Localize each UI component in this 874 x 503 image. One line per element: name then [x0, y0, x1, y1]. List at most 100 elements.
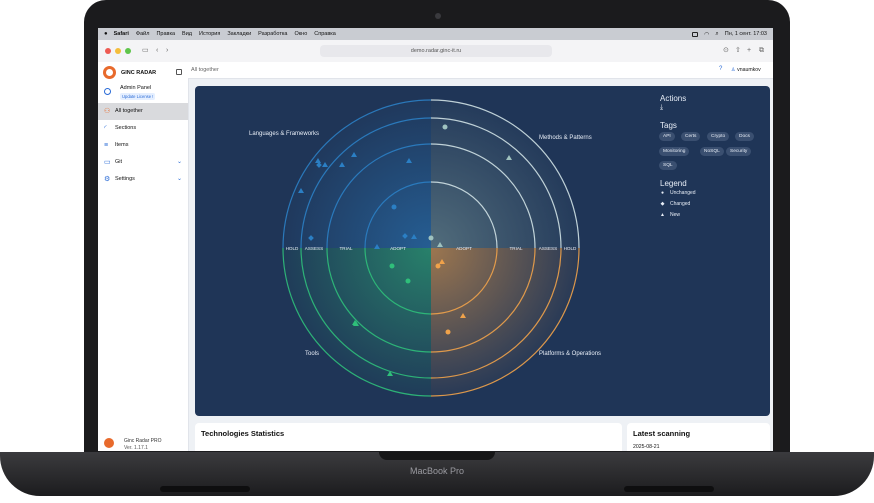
apple-icon[interactable]: ●	[104, 31, 108, 37]
screen: ● Safari Файл Правка Вид История Закладк…	[98, 28, 773, 451]
breadcrumb: All together	[191, 67, 219, 73]
card-title: Latest scanning	[633, 429, 691, 438]
laptop-foot	[624, 486, 714, 492]
app-name: GINC RADAR	[121, 70, 157, 76]
collapse-sidebar-icon[interactable]	[176, 69, 182, 75]
tag-monitoring[interactable]: Monitoring	[659, 147, 690, 156]
search-icon[interactable]: ⌕	[715, 31, 718, 38]
sidebar-footer: Ginc Radar PRO Ver. 1.17.1	[104, 436, 188, 451]
quadrant-label-platforms: Platforms & Operations	[539, 351, 602, 357]
quadrant-label-languages: Languages & Frameworks	[249, 131, 320, 137]
legend-label: Unchanged	[670, 190, 696, 196]
topbar: All together ? ♙ vnaumkov	[188, 62, 773, 79]
wifi-icon[interactable]: ◠	[704, 31, 709, 38]
sidebar-item-label: Settings	[115, 176, 135, 182]
menu-item-edit[interactable]: Правка	[156, 31, 175, 37]
sidebar-item-label: Items	[115, 142, 129, 148]
menu-item-history[interactable]: История	[199, 31, 220, 37]
circle-marker-icon: ●	[660, 190, 665, 196]
menu-item-view[interactable]: Вид	[182, 31, 192, 37]
update-license-badge[interactable]: Update License !	[120, 93, 156, 100]
sidebar-item-label: Git	[115, 159, 123, 165]
close-window-button[interactable]	[105, 48, 111, 54]
sidebar-item-git[interactable]: ▭ Git ⌄	[98, 154, 188, 171]
camera	[435, 13, 441, 19]
share-icon[interactable]: ⇧	[735, 47, 741, 55]
tag-sql[interactable]: SQL	[659, 161, 677, 170]
help-icon[interactable]: ?	[719, 66, 722, 72]
quadrant-fill-languages	[283, 100, 431, 248]
legend-label: New	[670, 212, 681, 218]
diamond-marker-icon: ◆	[660, 201, 665, 207]
forward-icon[interactable]: ›	[166, 47, 168, 55]
battery-icon[interactable]	[692, 31, 699, 37]
minimize-window-button[interactable]	[115, 48, 121, 54]
admin-title: Admin Panel	[120, 85, 152, 91]
footer-version: Ver. 1.17.1	[124, 445, 148, 451]
macos-menubar: ● Safari Файл Правка Вид История Закладк…	[98, 28, 773, 40]
sidebar-item-settings[interactable]: ⚙ Settings ⌄	[98, 171, 188, 188]
sidebar-item-items[interactable]: ≡ Items	[98, 137, 188, 154]
footer-product: Ginc Radar PRO	[124, 438, 162, 444]
tag-api[interactable]: API	[659, 132, 675, 141]
download-icon[interactable]: ⤓	[660, 104, 663, 112]
tag-security[interactable]: Security	[726, 147, 752, 156]
menu-item-develop[interactable]: Разработка	[258, 31, 287, 37]
quadrant-fill-methods	[431, 100, 579, 248]
ring-label-left-assess: ASSESS	[305, 246, 323, 251]
tag-crypto[interactable]: Crypto	[707, 132, 730, 141]
new-tab-icon[interactable]: +	[747, 47, 751, 55]
ring-label-right-assess: ASSESS	[539, 246, 557, 251]
user-menu[interactable]: ♙ vnaumkov	[731, 67, 761, 73]
download-icon[interactable]: ⊙	[723, 47, 729, 55]
legend-label: Changed	[670, 201, 691, 207]
blip-23	[445, 329, 451, 335]
tag-certs[interactable]: Certs	[681, 132, 701, 141]
chevron-down-icon[interactable]: ⌄	[177, 175, 182, 182]
tabs-overview-icon[interactable]: ⧉	[759, 47, 764, 55]
browser-toolbar: ▭ ‹ › demo.radar.ginc-it.ru ⊙ ⇧ + ⧉	[98, 40, 773, 63]
quadrant-fill-platforms	[431, 248, 579, 396]
url-field[interactable]: demo.radar.ginc-it.ru	[320, 45, 552, 57]
menu-item-file[interactable]: Файл	[136, 31, 150, 37]
admin-icon	[104, 88, 111, 95]
maximize-window-button[interactable]	[125, 48, 131, 54]
card-title: Technologies Statistics	[201, 429, 285, 438]
legend-unchanged: ● Unchanged	[660, 190, 696, 196]
legend-new: ▲ New	[660, 212, 680, 218]
ring-label-left-hold: HOLD	[286, 246, 299, 251]
ginc-logo-small	[104, 438, 114, 448]
menu-item-safari[interactable]: Safari	[114, 31, 129, 37]
admin-panel-link[interactable]: Admin Panel Update License !	[98, 84, 188, 102]
menubar-datetime[interactable]: Пн, 1 сент. 17:03	[725, 31, 767, 37]
blip-9	[391, 204, 397, 210]
ring-label-left-adopt: ADOPT	[390, 246, 406, 251]
ginc-logo[interactable]	[103, 66, 116, 79]
tag-docs[interactable]: Docs	[735, 132, 754, 141]
laptop-base: MacBook Pro	[0, 452, 874, 496]
chevron-down-icon[interactable]: ⌄	[177, 158, 182, 165]
device-brand: MacBook Pro	[409, 466, 465, 476]
blip-16	[389, 263, 395, 269]
quadrant-fill-tools	[283, 248, 431, 396]
folder-icon: ▭	[104, 159, 111, 166]
sidebar-toggle-icon[interactable]: ▭	[142, 47, 149, 55]
blip-14	[428, 235, 434, 241]
sections-icon: ◜	[104, 125, 107, 132]
legend-changed: ◆ Changed	[660, 201, 691, 207]
blip-12	[442, 124, 448, 130]
quadrant-label-methods: Methods & Patterns	[539, 135, 592, 141]
actions-title: Actions	[660, 94, 687, 103]
quadrant-label-tools: Tools	[305, 351, 320, 357]
menu-item-help[interactable]: Справка	[314, 31, 336, 37]
back-icon[interactable]: ‹	[156, 47, 158, 55]
user-name: vnaumkov	[737, 67, 761, 73]
blip-17	[405, 278, 411, 284]
technologies-statistics-card: Technologies Statistics	[195, 423, 622, 451]
tags-title: Tags	[660, 121, 677, 130]
tag-nosql[interactable]: NoSQL	[700, 147, 724, 156]
menu-item-window[interactable]: Окно	[294, 31, 307, 37]
menu-item-bookmarks[interactable]: Закладки	[227, 31, 251, 37]
sidebar-item-all-together[interactable]: ⚇ All together	[98, 103, 188, 120]
sidebar-item-sections[interactable]: ◜ Sections	[98, 120, 188, 137]
